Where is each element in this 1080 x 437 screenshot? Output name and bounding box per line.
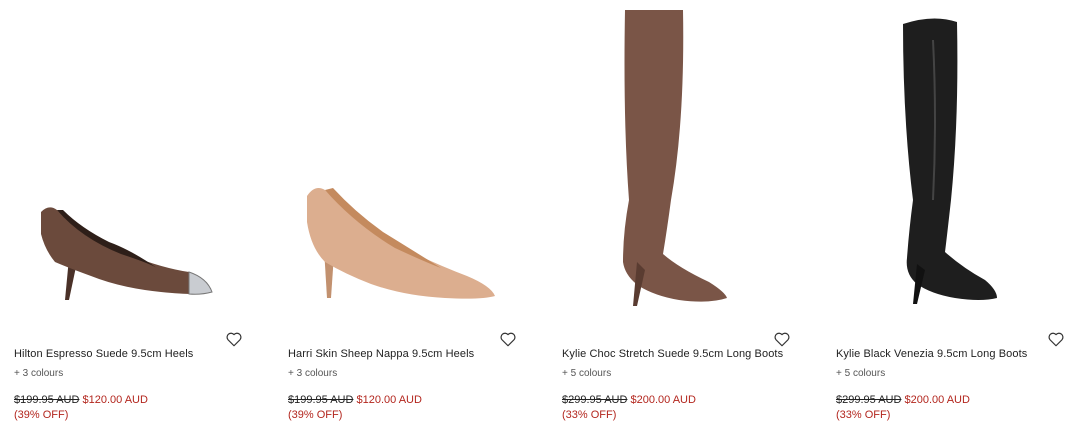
product-card[interactable]: Kylie Choc Stretch Suede 9.5cm Long Boot… bbox=[559, 0, 819, 437]
product-card[interactable]: Kylie Black Venezia 9.5cm Long Boots + 5… bbox=[833, 0, 1080, 437]
sale-price: $120.00 AUD bbox=[82, 394, 148, 406]
product-colours[interactable]: + 3 colours bbox=[288, 368, 337, 379]
sale-price: $200.00 AUD bbox=[630, 394, 696, 406]
product-price: $199.95 AUD $120.00 AUD (39% OFF) bbox=[14, 393, 148, 423]
heart-outline-icon[interactable] bbox=[225, 330, 243, 348]
product-image-harri[interactable] bbox=[285, 0, 515, 320]
sale-price: $200.00 AUD bbox=[904, 394, 970, 406]
product-colours[interactable]: + 5 colours bbox=[562, 368, 611, 379]
sale-price: $120.00 AUD bbox=[356, 394, 422, 406]
product-colours[interactable]: + 3 colours bbox=[14, 368, 63, 379]
discount-label: (39% OFF) bbox=[288, 409, 343, 421]
product-image-kylie-black[interactable] bbox=[833, 0, 1063, 320]
product-name[interactable]: Hilton Espresso Suede 9.5cm Heels bbox=[14, 348, 193, 360]
heart-outline-icon[interactable] bbox=[499, 330, 517, 348]
discount-label: (33% OFF) bbox=[562, 409, 617, 421]
product-image-kylie-choc[interactable] bbox=[559, 0, 789, 320]
product-price: $299.95 AUD $200.00 AUD (33% OFF) bbox=[562, 393, 696, 423]
product-colours[interactable]: + 5 colours bbox=[836, 368, 885, 379]
product-card[interactable]: Harri Skin Sheep Nappa 9.5cm Heels + 3 c… bbox=[285, 0, 545, 437]
was-price: $199.95 AUD bbox=[288, 394, 354, 406]
was-price: $299.95 AUD bbox=[836, 394, 902, 406]
product-price: $299.95 AUD $200.00 AUD (33% OFF) bbox=[836, 393, 970, 423]
product-name[interactable]: Harri Skin Sheep Nappa 9.5cm Heels bbox=[288, 348, 474, 360]
was-price: $299.95 AUD bbox=[562, 394, 628, 406]
was-price: $199.95 AUD bbox=[14, 394, 80, 406]
discount-label: (39% OFF) bbox=[14, 409, 69, 421]
product-card[interactable]: Hilton Espresso Suede 9.5cm Heels + 3 co… bbox=[11, 0, 271, 437]
discount-label: (33% OFF) bbox=[836, 409, 891, 421]
heart-outline-icon[interactable] bbox=[773, 330, 791, 348]
product-image-hilton[interactable] bbox=[11, 0, 241, 320]
product-grid: Hilton Espresso Suede 9.5cm Heels + 3 co… bbox=[0, 0, 1080, 437]
product-name[interactable]: Kylie Black Venezia 9.5cm Long Boots bbox=[836, 348, 1027, 360]
heart-outline-icon[interactable] bbox=[1047, 330, 1065, 348]
product-name[interactable]: Kylie Choc Stretch Suede 9.5cm Long Boot… bbox=[562, 348, 783, 360]
product-price: $199.95 AUD $120.00 AUD (39% OFF) bbox=[288, 393, 422, 423]
